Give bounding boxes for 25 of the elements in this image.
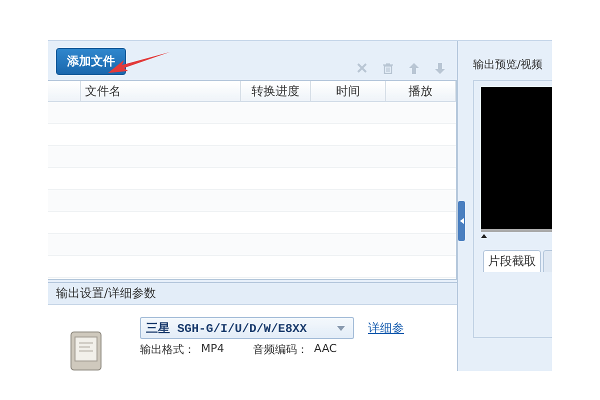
up-arrow-icon[interactable] xyxy=(409,63,419,74)
column-header[interactable]: 时间 xyxy=(311,81,386,101)
tab[interactable]: 片段截取 xyxy=(483,250,541,272)
section-title: 输出设置/详细参数 xyxy=(48,282,457,305)
field-value: AAC xyxy=(314,342,338,357)
close-icon[interactable] xyxy=(357,63,367,73)
caret-icon xyxy=(337,326,345,330)
trash-icon[interactable] xyxy=(383,63,393,74)
phone-icon xyxy=(70,331,102,371)
device-dropdown[interactable]: 三星 SGH-G/I/U/D/W/E8XX xyxy=(140,317,354,339)
column-header[interactable]: 转换进度 xyxy=(241,81,311,101)
slider-marker-icon[interactable] xyxy=(481,234,487,238)
down-arrow-icon[interactable] xyxy=(435,63,445,74)
panel-title: 输出预览/视频 xyxy=(473,57,544,72)
tab[interactable] xyxy=(543,250,552,272)
field-label: 输出格式： xyxy=(140,342,195,357)
table-row[interactable] xyxy=(48,102,456,124)
collapse-handle[interactable] xyxy=(458,201,465,241)
field-label: 音频编码： xyxy=(253,342,308,357)
details-link[interactable]: 详细参 xyxy=(368,320,404,336)
column-header[interactable]: 文件名 xyxy=(81,81,241,101)
column-header[interactable]: 播放 xyxy=(386,81,456,101)
table-row[interactable] xyxy=(48,146,456,168)
field-value: MP4 xyxy=(201,342,226,357)
add-file-button[interactable]: 添加文件 xyxy=(56,48,126,75)
